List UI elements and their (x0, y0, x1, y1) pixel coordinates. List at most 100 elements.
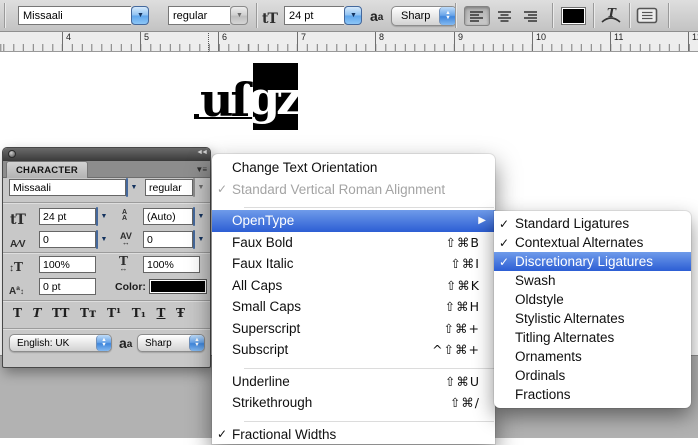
anti-alias-select[interactable]: Sharp (391, 6, 457, 26)
menu-item[interactable]: Small Caps ⇧⌘H (212, 296, 495, 318)
submenu-item[interactable]: ✓ Standard Ligatures (494, 214, 691, 233)
ruler-number: 7 (297, 32, 306, 51)
menu-item[interactable] (212, 361, 495, 371)
ruler-minor-ticks (0, 44, 698, 51)
menu-item[interactable]: ✓ Fractional Widths (212, 424, 495, 445)
font-size-field[interactable] (39, 208, 96, 225)
chevron-down-icon[interactable] (96, 207, 98, 226)
menu-item[interactable]: Subscript ^⇧⌘+ (212, 339, 495, 361)
canvas-selected-text[interactable]: gz (248, 80, 298, 116)
toggle-palettes-button[interactable] (636, 7, 658, 24)
menu-item[interactable] (212, 414, 495, 424)
checkmark-icon: ✓ (499, 255, 515, 269)
language-select[interactable]: English: UK (9, 334, 112, 352)
kerning-field[interactable] (39, 231, 96, 248)
font-family-combo[interactable] (18, 6, 149, 25)
style-buttons-row: T T TT Tт T¹ T₁ T Ŧ (13, 305, 185, 321)
panel-menu-icon[interactable] (195, 164, 206, 174)
menu-item[interactable]: Change Text Orientation (212, 157, 495, 179)
panel-titlebar[interactable] (3, 148, 210, 161)
menu-item[interactable]: Superscript ⇧⌘+ (212, 318, 495, 340)
menu-item-label: OpenType (232, 213, 462, 228)
vertical-scale-field[interactable] (39, 256, 96, 273)
chevron-down-icon[interactable] (193, 207, 195, 226)
horizontal-scale-field[interactable] (143, 256, 200, 273)
menu-item[interactable]: Faux Italic ⇧⌘I (212, 253, 495, 275)
align-left-button[interactable] (464, 6, 490, 26)
align-right-button[interactable] (518, 6, 544, 26)
warp-text-button[interactable]: T (599, 6, 623, 26)
panel-font-family-input[interactable] (9, 179, 126, 196)
checkmark-icon: ✓ (499, 217, 515, 231)
style-toggle-button[interactable]: Ŧ (176, 305, 185, 321)
separator (593, 3, 594, 28)
panel-color-swatch[interactable] (149, 279, 207, 294)
chevron-down-icon[interactable] (126, 178, 128, 197)
submenu-item[interactable]: Stylistic Alternates (494, 309, 691, 328)
style-toggle-button[interactable]: T (13, 305, 22, 321)
menu-item[interactable]: Strikethrough ⇧⌘/ (212, 392, 495, 414)
type-context-menu: Change Text Orientation ✓ Standard Verti… (212, 154, 495, 444)
menu-item[interactable]: OpenType ▶ (212, 210, 495, 232)
font-family-input[interactable] (18, 6, 131, 25)
menu-item-label: Subscript (232, 342, 422, 357)
menu-item[interactable]: ✓ Standard Vertical Roman Alignment (212, 179, 495, 201)
menu-item-label: All Caps (232, 278, 436, 293)
divider (3, 252, 210, 253)
text-color-swatch[interactable] (561, 7, 586, 25)
anti-alias-icon (119, 337, 132, 349)
submenu-item[interactable]: ✓ Contextual Alternates (494, 233, 691, 252)
ruler-number: 11 (610, 32, 623, 51)
style-toggle-button[interactable]: T¹ (107, 305, 121, 321)
panel-anti-alias-select[interactable]: Sharp (137, 334, 205, 352)
submenu-item[interactable]: Swash (494, 271, 691, 290)
menu-item[interactable]: All Caps ⇧⌘K (212, 275, 495, 297)
baseline-shift-field[interactable] (39, 278, 96, 295)
align-right-icon (523, 10, 539, 23)
style-toggle-button[interactable]: TT (52, 305, 69, 321)
warp-text-icon: T (599, 6, 623, 26)
style-toggle-button[interactable]: Tт (80, 305, 96, 321)
ruler-number: 12 (688, 32, 698, 51)
chevron-down-icon (193, 178, 195, 197)
leading-field[interactable] (143, 208, 193, 225)
submenu-item[interactable]: Oldstyle (494, 290, 691, 309)
chevron-down-icon[interactable] (131, 6, 149, 25)
text-selection-highlight[interactable]: gz (253, 63, 298, 130)
panel-font-style-input[interactable] (145, 179, 193, 196)
menu-item[interactable] (212, 200, 495, 210)
menu-item-shortcut: ⇧⌘U (445, 374, 480, 389)
close-icon[interactable] (8, 150, 16, 158)
separator (256, 3, 257, 28)
separator (668, 3, 669, 28)
checkmark-icon: ✓ (217, 427, 232, 441)
font-style-input[interactable] (168, 6, 230, 25)
align-center-button[interactable] (492, 6, 518, 26)
scale-row (3, 256, 210, 274)
chevron-down-icon[interactable] (96, 230, 98, 249)
chevron-down-icon[interactable] (344, 6, 362, 25)
style-toggle-button[interactable]: T (157, 305, 166, 321)
submenu-item[interactable]: ✓ Discretionary Ligatures (494, 252, 691, 271)
submenu-item-label: Titling Alternates (515, 330, 682, 345)
tracking-field[interactable] (143, 231, 193, 248)
chevron-down-icon[interactable] (193, 230, 195, 249)
style-toggle-button[interactable]: T₁ (132, 305, 146, 321)
font-size-input[interactable] (284, 6, 344, 25)
submenu-item[interactable]: Ornaments (494, 347, 691, 366)
menu-item[interactable]: Faux Bold ⇧⌘B (212, 232, 495, 254)
submenu-item[interactable]: Titling Alternates (494, 328, 691, 347)
collapse-arrows-icon[interactable] (196, 149, 206, 156)
submenu-item[interactable]: Fractions (494, 385, 691, 404)
style-toggle-button[interactable]: T (33, 305, 42, 321)
font-style-combo[interactable] (168, 6, 248, 25)
font-size-combo[interactable] (284, 6, 362, 25)
submenu-item[interactable]: Ordinals (494, 366, 691, 385)
menu-item-label: Faux Bold (232, 235, 435, 250)
menu-item-label: Faux Italic (232, 256, 440, 271)
menu-item[interactable]: Underline ⇧⌘U (212, 371, 495, 393)
tab-character[interactable]: CHARACTER (6, 161, 88, 178)
font-size-icon (262, 8, 277, 27)
canvas-text[interactable]: uſ (200, 82, 247, 118)
menu-item-label: Superscript (232, 321, 434, 336)
